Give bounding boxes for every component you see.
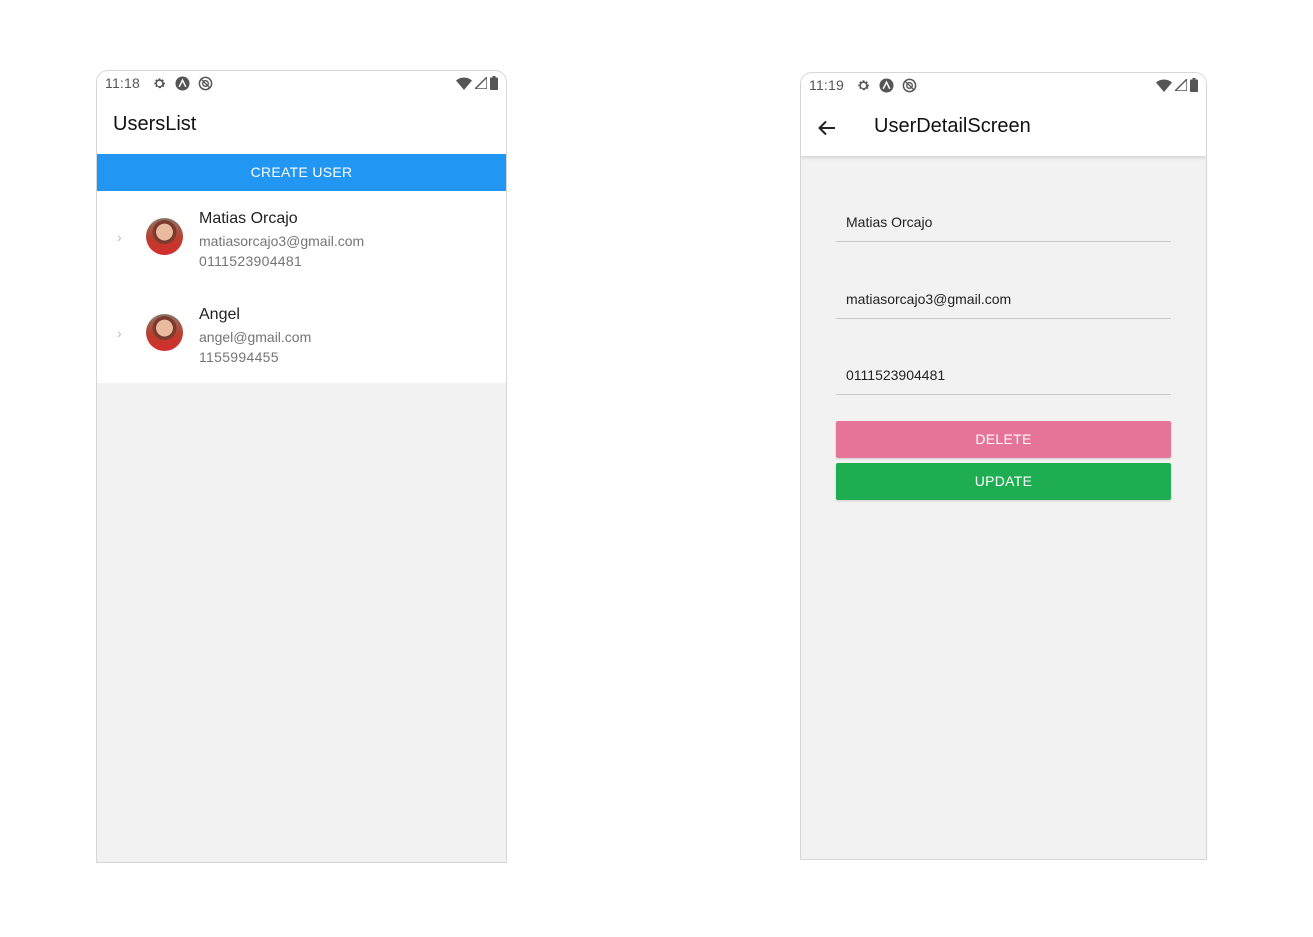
gear-icon — [858, 80, 870, 91]
app-bar: UserDetailScreen — [801, 97, 1206, 156]
back-button[interactable] — [815, 116, 839, 140]
status-right-icons — [456, 76, 498, 90]
gear-icon — [154, 78, 166, 89]
user-phone: 1155994455 — [199, 349, 279, 365]
list-item[interactable]: › Angel angel@gmail.com 1155994455 — [97, 287, 506, 383]
expo-icon — [879, 78, 894, 93]
user-name: Matias Orcajo — [199, 210, 298, 227]
page-title: UserDetailScreen — [874, 115, 1031, 137]
wifi-icon — [1156, 78, 1172, 92]
expo-icon — [175, 76, 190, 91]
create-user-button[interactable]: CREATE USER — [97, 154, 506, 191]
status-bar: 11:19 — [801, 73, 1206, 97]
arrow-left-icon — [818, 120, 835, 136]
signal-icon — [1175, 79, 1187, 91]
user-email: matiasorcajo3@gmail.com — [199, 233, 365, 249]
delete-button[interactable]: DELETE — [836, 421, 1171, 458]
update-button[interactable]: UPDATE — [836, 463, 1171, 500]
phone-input[interactable] — [836, 355, 1171, 394]
signal-icon — [475, 77, 487, 89]
app-bar: UsersList — [97, 95, 506, 154]
user-email: angel@gmail.com — [199, 329, 312, 345]
avatar — [146, 314, 183, 351]
email-field — [836, 279, 1171, 319]
user-list: › Matias Orcajo matiasorcajo3@gmail.com … — [97, 191, 506, 383]
email-input[interactable] — [836, 279, 1171, 318]
sync-icon — [902, 78, 917, 93]
name-field — [836, 202, 1171, 242]
sync-icon — [198, 76, 213, 91]
user-detail-screen: 11:19 UserDetailScreen DELETE UP — [800, 72, 1207, 860]
phone-field — [836, 355, 1171, 395]
wifi-icon — [456, 76, 472, 90]
user-name: Angel — [199, 306, 240, 323]
status-right-icons — [1156, 78, 1198, 92]
status-time: 11:18 — [105, 75, 140, 91]
page-title: UsersList — [113, 113, 197, 135]
list-item[interactable]: › Matias Orcajo matiasorcajo3@gmail.com … — [97, 191, 506, 287]
name-input[interactable] — [836, 202, 1171, 241]
avatar — [146, 218, 183, 255]
status-time: 11:19 — [809, 77, 844, 93]
chevron-right-icon: › — [117, 325, 122, 341]
status-bar: 11:18 — [97, 71, 506, 95]
users-list-screen: 11:18 UsersList CREATE USER › Matias Orc… — [96, 70, 507, 863]
battery-icon — [490, 76, 498, 90]
chevron-right-icon: › — [117, 229, 122, 245]
battery-icon — [1190, 78, 1198, 92]
user-phone: 0111523904481 — [199, 253, 303, 269]
